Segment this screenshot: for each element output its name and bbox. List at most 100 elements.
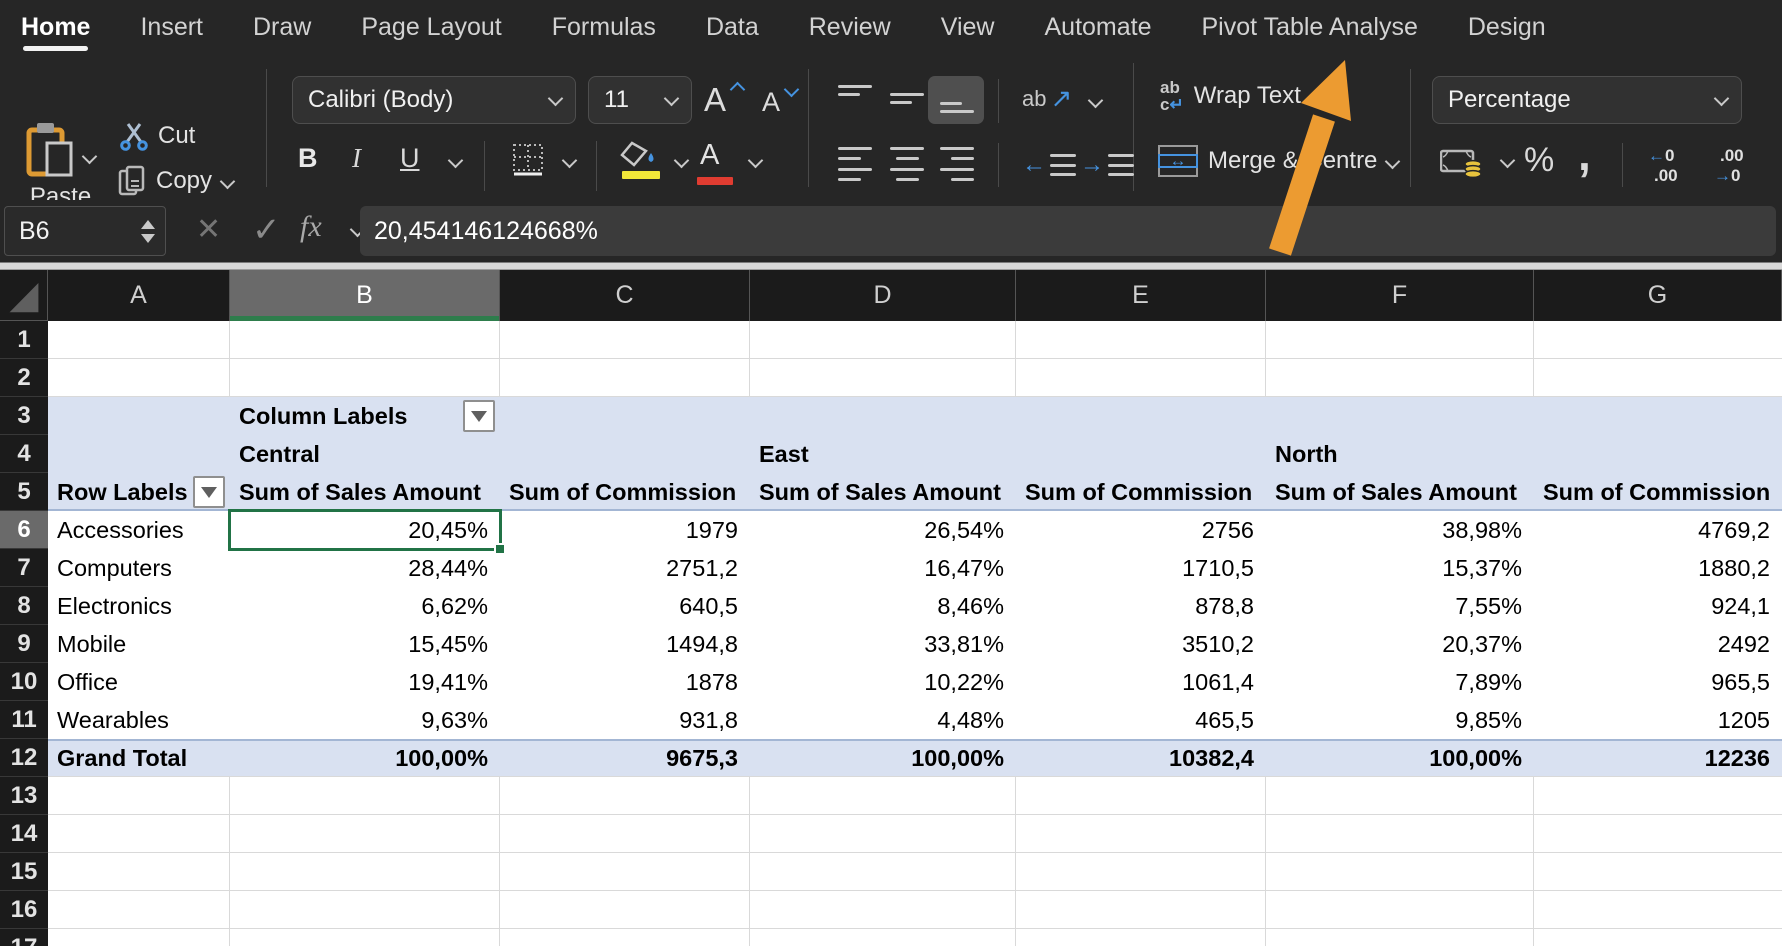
italic-button[interactable]: I bbox=[352, 143, 361, 174]
cell-B5[interactable]: Sum of Sales Amount bbox=[239, 473, 488, 511]
tab-design[interactable]: Design bbox=[1468, 0, 1546, 55]
tab-insert[interactable]: Insert bbox=[140, 0, 203, 55]
row-header-5[interactable]: 5 bbox=[0, 473, 48, 511]
tab-view[interactable]: View bbox=[941, 0, 995, 55]
row-header-17[interactable]: 17 bbox=[0, 929, 48, 946]
align-left-button[interactable] bbox=[838, 147, 872, 181]
cell-E7[interactable]: 1710,5 bbox=[1025, 549, 1254, 587]
decrease-decimal-button[interactable]: ←0 .00 bbox=[1648, 147, 1678, 184]
cell-G11[interactable]: 1205 bbox=[1543, 701, 1770, 739]
column-header-C[interactable]: C bbox=[500, 270, 750, 321]
insert-function-icon[interactable]: fx bbox=[300, 210, 322, 244]
formula-input[interactable]: 20,454146124668% bbox=[360, 206, 1776, 256]
cell-D12[interactable]: 100,00% bbox=[759, 739, 1004, 777]
cell-F8[interactable]: 7,55% bbox=[1275, 587, 1522, 625]
cell-A9[interactable]: Mobile bbox=[57, 625, 218, 663]
cell-F11[interactable]: 9,85% bbox=[1275, 701, 1522, 739]
cell-C7[interactable]: 2751,2 bbox=[509, 549, 738, 587]
cell-D5[interactable]: Sum of Sales Amount bbox=[759, 473, 1004, 511]
row-header-9[interactable]: 9 bbox=[0, 625, 48, 663]
cell-A12[interactable]: Grand Total bbox=[57, 739, 218, 777]
row-header-11[interactable]: 11 bbox=[0, 701, 48, 739]
cell-F10[interactable]: 7,89% bbox=[1275, 663, 1522, 701]
column-header-E[interactable]: E bbox=[1016, 270, 1266, 321]
column-header-B[interactable]: B bbox=[230, 270, 500, 321]
wrap-text-button[interactable]: ab c↵ Wrap Text bbox=[1160, 79, 1322, 113]
percent-style-button[interactable]: % bbox=[1524, 141, 1554, 180]
tab-pivot-table-analyse[interactable]: Pivot Table Analyse bbox=[1202, 0, 1418, 55]
copy-button[interactable]: Copy bbox=[118, 165, 233, 197]
align-right-button[interactable] bbox=[940, 147, 974, 181]
spinner-down-icon[interactable] bbox=[141, 234, 155, 243]
cell-G9[interactable]: 2492 bbox=[1543, 625, 1770, 663]
cut-button[interactable]: Cut bbox=[120, 121, 195, 151]
cell-E9[interactable]: 3510,2 bbox=[1025, 625, 1254, 663]
enter-icon[interactable]: ✓ bbox=[252, 210, 281, 250]
fill-color-button[interactable] bbox=[620, 141, 660, 169]
copy-dropdown-chevron-icon[interactable] bbox=[220, 173, 236, 189]
row-header-6[interactable]: 6 bbox=[0, 511, 48, 549]
row-header-12[interactable]: 12 bbox=[0, 739, 48, 777]
cell-D9[interactable]: 33,81% bbox=[759, 625, 1004, 663]
cell-D4[interactable]: East bbox=[759, 435, 1004, 473]
cell-B8[interactable]: 6,62% bbox=[239, 587, 488, 625]
cell-G6[interactable]: 4769,2 bbox=[1543, 511, 1770, 549]
cell-C12[interactable]: 9675,3 bbox=[509, 739, 738, 777]
cell-D7[interactable]: 16,47% bbox=[759, 549, 1004, 587]
accounting-chevron-icon[interactable] bbox=[1500, 153, 1516, 169]
tab-formulas[interactable]: Formulas bbox=[552, 0, 656, 55]
font-size-select[interactable]: 11 bbox=[588, 76, 692, 124]
row-header-10[interactable]: 10 bbox=[0, 663, 48, 701]
cell-F6[interactable]: 38,98% bbox=[1275, 511, 1522, 549]
tab-data[interactable]: Data bbox=[706, 0, 759, 55]
cell-D8[interactable]: 8,46% bbox=[759, 587, 1004, 625]
column-header-G[interactable]: G bbox=[1534, 270, 1782, 321]
font-color-button[interactable]: A bbox=[700, 139, 719, 172]
accounting-format-button[interactable] bbox=[1440, 147, 1484, 181]
cell-A6[interactable]: Accessories bbox=[57, 511, 218, 549]
name-box[interactable]: B6 bbox=[4, 206, 166, 256]
row-header-13[interactable]: 13 bbox=[0, 777, 48, 815]
tab-automate[interactable]: Automate bbox=[1044, 0, 1151, 55]
cell-E10[interactable]: 1061,4 bbox=[1025, 663, 1254, 701]
cell-grid[interactable]: Column LabelsCentralEastNorthRow LabelsS… bbox=[48, 321, 1782, 946]
row-header-15[interactable]: 15 bbox=[0, 853, 48, 891]
column-header-A[interactable]: A bbox=[48, 270, 230, 321]
orientation-chevron-icon[interactable] bbox=[1088, 93, 1104, 109]
row-header-8[interactable]: 8 bbox=[0, 587, 48, 625]
cell-B11[interactable]: 9,63% bbox=[239, 701, 488, 739]
cell-G5[interactable]: Sum of Commission bbox=[1543, 473, 1770, 511]
cancel-icon[interactable]: ✕ bbox=[196, 212, 221, 247]
borders-button[interactable] bbox=[512, 143, 546, 177]
cell-D10[interactable]: 10,22% bbox=[759, 663, 1004, 701]
row-header-7[interactable]: 7 bbox=[0, 549, 48, 587]
increase-decimal-button[interactable]: .00 →0 bbox=[1714, 147, 1744, 184]
cell-D6[interactable]: 26,54% bbox=[759, 511, 1004, 549]
paste-dropdown-chevron-icon[interactable] bbox=[82, 148, 98, 164]
paste-button[interactable]: Paste bbox=[26, 121, 95, 211]
decrease-indent-button[interactable]: ← bbox=[1022, 151, 1076, 179]
cell-E11[interactable]: 465,5 bbox=[1025, 701, 1254, 739]
fill-color-chevron-icon[interactable] bbox=[674, 153, 690, 169]
cell-G12[interactable]: 12236 bbox=[1543, 739, 1770, 777]
cell-F4[interactable]: North bbox=[1275, 435, 1522, 473]
tab-review[interactable]: Review bbox=[809, 0, 891, 55]
cell-B7[interactable]: 28,44% bbox=[239, 549, 488, 587]
cell-F9[interactable]: 20,37% bbox=[1275, 625, 1522, 663]
align-top-button[interactable] bbox=[838, 85, 872, 111]
cell-F7[interactable]: 15,37% bbox=[1275, 549, 1522, 587]
tab-home[interactable]: Home bbox=[21, 0, 90, 55]
cell-E6[interactable]: 2756 bbox=[1025, 511, 1254, 549]
cell-E12[interactable]: 10382,4 bbox=[1025, 739, 1254, 777]
tab-page-layout[interactable]: Page Layout bbox=[361, 0, 501, 55]
cell-F5[interactable]: Sum of Sales Amount bbox=[1275, 473, 1522, 511]
cell-G7[interactable]: 1880,2 bbox=[1543, 549, 1770, 587]
cell-B12[interactable]: 100,00% bbox=[239, 739, 488, 777]
increase-font-size-button[interactable]: A bbox=[704, 81, 743, 119]
row-header-16[interactable]: 16 bbox=[0, 891, 48, 929]
row-header-14[interactable]: 14 bbox=[0, 815, 48, 853]
fill-handle[interactable] bbox=[494, 543, 506, 555]
cell-C9[interactable]: 1494,8 bbox=[509, 625, 738, 663]
cell-B9[interactable]: 15,45% bbox=[239, 625, 488, 663]
cell-E5[interactable]: Sum of Commission bbox=[1025, 473, 1254, 511]
